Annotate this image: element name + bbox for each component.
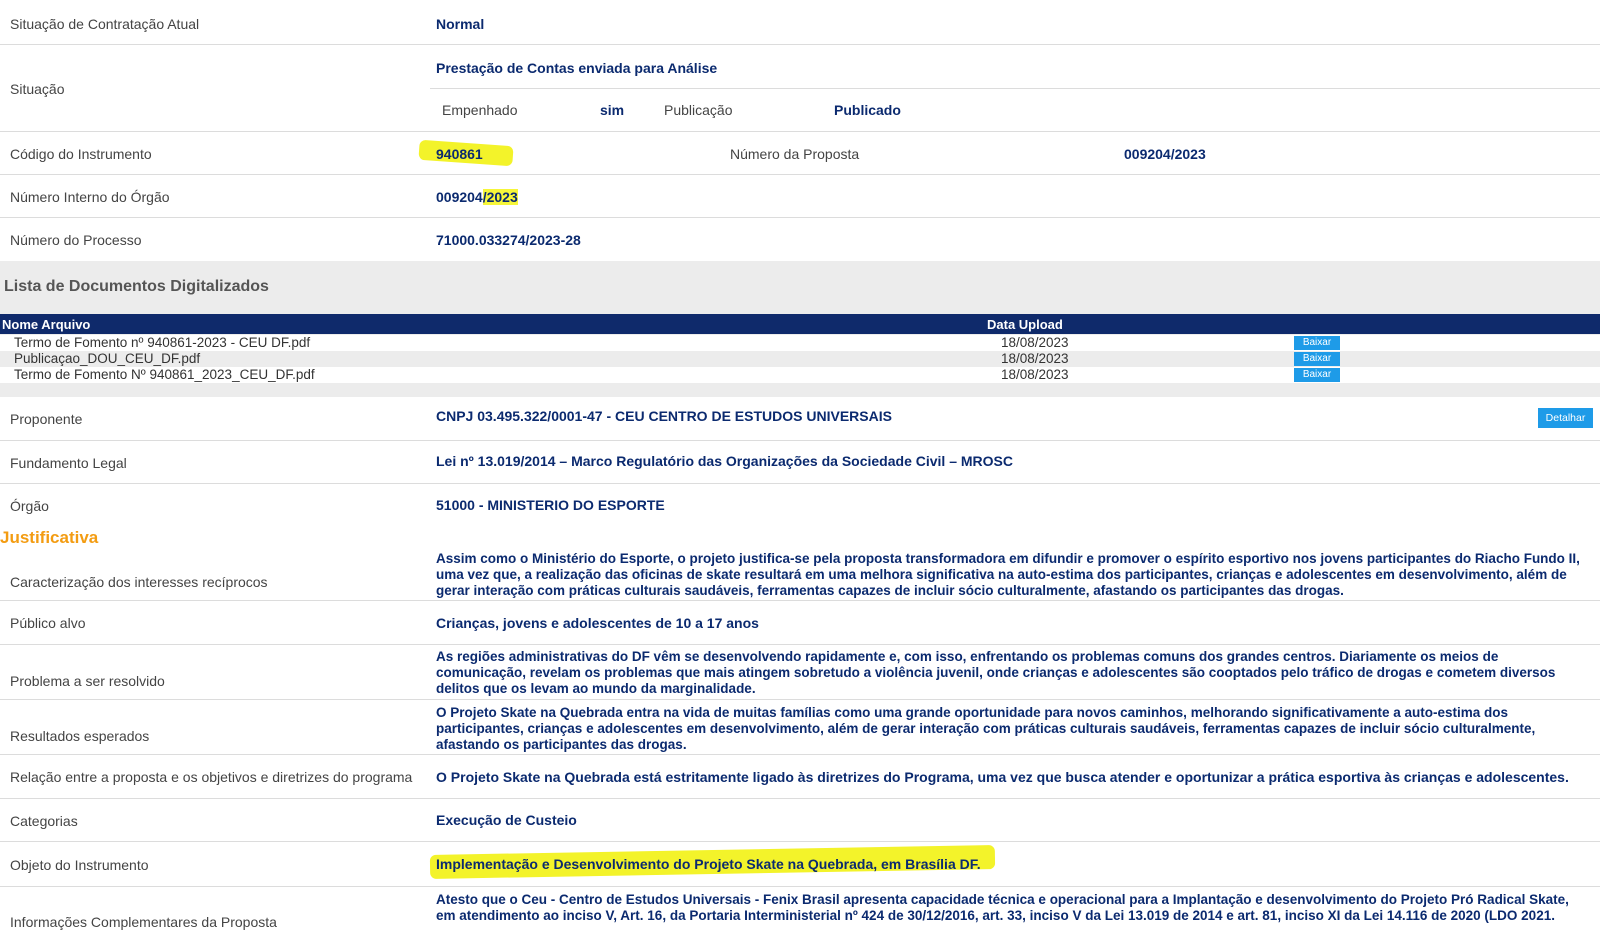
row-categorias: Categorias Execução de Custeio — [0, 799, 1600, 842]
value-relacao: O Projeto Skate na Quebrada está estrita… — [436, 769, 1569, 785]
value-numero-interno-a: 009204 — [436, 189, 483, 205]
value-proponente: CNPJ 03.495.322/0001-47 - CEU CENTRO DE … — [436, 408, 892, 424]
documents-table-header: Nome Arquivo Data Upload — [0, 314, 1600, 334]
table-row: Termo de Fomento Nº 940861_2023_CEU_DF.p… — [0, 367, 1600, 383]
value-fundamento: Lei nº 13.019/2014 – Marco Regulatório d… — [436, 453, 1013, 469]
label-proponente: Proponente — [10, 411, 83, 427]
value-numero-interno: 009204/2023 — [436, 189, 518, 205]
situacao-divider — [430, 88, 1600, 89]
row-objeto: Objeto do Instrumento Implementação e De… — [0, 842, 1600, 887]
label-objeto: Objeto do Instrumento — [10, 857, 149, 873]
row-proponente: Proponente CNPJ 03.495.322/0001-47 - CEU… — [0, 398, 1600, 441]
value-numero-processo: 71000.033274/2023-28 — [436, 232, 581, 248]
table-row: Termo de Fomento nº 940861-2023 - CEU DF… — [0, 335, 1600, 351]
label-relacao: Relação entre a proposta e os objetivos … — [10, 769, 413, 785]
row-numero-processo: Número do Processo 71000.033274/2023-28 — [0, 218, 1600, 260]
label-situacao-contratacao: Situação de Contratação Atual — [10, 16, 200, 32]
col-nome-arquivo: Nome Arquivo — [2, 317, 91, 332]
label-publico: Público alvo — [10, 615, 86, 631]
value-resultados: O Projeto Skate na Quebrada entra na vid… — [436, 705, 1536, 752]
col-data-upload: Data Upload — [987, 317, 1063, 332]
value-numero-interno-b: /2023 — [482, 189, 518, 205]
documents-title: Lista de Documentos Digitalizados — [4, 278, 269, 295]
detalhar-button[interactable]: Detalhar — [1538, 408, 1593, 428]
label-orgao: Órgão — [10, 498, 49, 514]
value-codigo-instrumento: 940861 — [436, 146, 483, 162]
label-problema: Problema a ser resolvido — [10, 673, 165, 689]
row-fundamento: Fundamento Legal Lei nº 13.019/2014 – Ma… — [0, 441, 1600, 484]
download-button[interactable]: Baixar — [1294, 368, 1340, 382]
doc-date: 18/08/2023 — [1001, 335, 1069, 350]
row-situacao-contratacao: Situação de Contratação Atual Normal — [0, 0, 1600, 45]
label-informacoes: Informações Complementares da Proposta — [10, 914, 277, 930]
table-row: Publicaçao_DOU_CEU_DF.pdf 18/08/2023 Bai… — [0, 351, 1600, 367]
download-button[interactable]: Baixar — [1294, 352, 1340, 366]
row-relacao: Relação entre a proposta e os objetivos … — [0, 755, 1600, 799]
label-categorias: Categorias — [10, 813, 78, 829]
row-codigo-instrumento: Código do Instrumento 940861 Número da P… — [0, 132, 1600, 175]
value-publico: Crianças, jovens e adolescentes de 10 a … — [436, 615, 759, 631]
row-orgao: Órgão 51000 - MINISTERIO DO ESPORTE — [0, 484, 1600, 526]
doc-name: Termo de Fomento Nº 940861_2023_CEU_DF.p… — [14, 367, 315, 382]
label-numero-interno: Número Interno do Órgão — [10, 189, 170, 205]
value-publicacao: Publicado — [834, 102, 901, 118]
row-informacoes: Informações Complementares da Proposta A… — [0, 887, 1600, 941]
doc-name: Termo de Fomento nº 940861-2023 - CEU DF… — [14, 335, 311, 350]
value-categorias: Execução de Custeio — [436, 812, 577, 828]
row-interesses: Caracterização dos interesses recíprocos… — [0, 548, 1600, 601]
row-problema: Problema a ser resolvido As regiões admi… — [0, 645, 1600, 700]
label-situacao: Situação — [10, 81, 65, 97]
row-publico: Público alvo Crianças, jovens e adolesce… — [0, 601, 1600, 645]
value-empenhado: sim — [600, 102, 625, 118]
label-empenhado: Empenhado — [442, 102, 518, 118]
label-codigo-instrumento: Código do Instrumento — [10, 146, 152, 162]
row-situacao: Situação Prestação de Contas enviada par… — [0, 45, 1600, 132]
row-numero-interno: Número Interno do Órgão 009204/2023 — [0, 175, 1600, 218]
value-interesses: Assim como o Ministério do Esporte, o pr… — [436, 551, 1580, 598]
value-orgao: 51000 - MINISTERIO DO ESPORTE — [436, 497, 665, 513]
label-numero-processo: Número do Processo — [10, 232, 142, 248]
label-resultados: Resultados esperados — [10, 728, 150, 744]
value-situacao: Prestação de Contas enviada para Análise — [436, 60, 718, 76]
justificativa-title: Justificativa — [0, 528, 99, 547]
value-numero-proposta: 009204/2023 — [1124, 146, 1206, 162]
label-fundamento: Fundamento Legal — [10, 455, 127, 471]
value-objeto: Implementação e Desenvolvimento do Proje… — [436, 856, 981, 872]
label-publicacao: Publicação — [664, 102, 733, 118]
doc-date: 18/08/2023 — [1001, 367, 1069, 382]
doc-name: Publicaçao_DOU_CEU_DF.pdf — [14, 351, 201, 366]
value-informacoes: Atesto que o Ceu - Centro de Estudos Uni… — [436, 892, 1569, 923]
label-interesses: Caracterização dos interesses recíprocos — [10, 574, 268, 590]
row-resultados: Resultados esperados O Projeto Skate na … — [0, 700, 1600, 755]
label-numero-proposta: Número da Proposta — [730, 146, 860, 162]
doc-date: 18/08/2023 — [1001, 351, 1069, 366]
download-button[interactable]: Baixar — [1294, 336, 1340, 350]
value-problema: As regiões administrativas do DF vêm se … — [436, 649, 1556, 696]
value-situacao-contratacao: Normal — [436, 16, 485, 32]
